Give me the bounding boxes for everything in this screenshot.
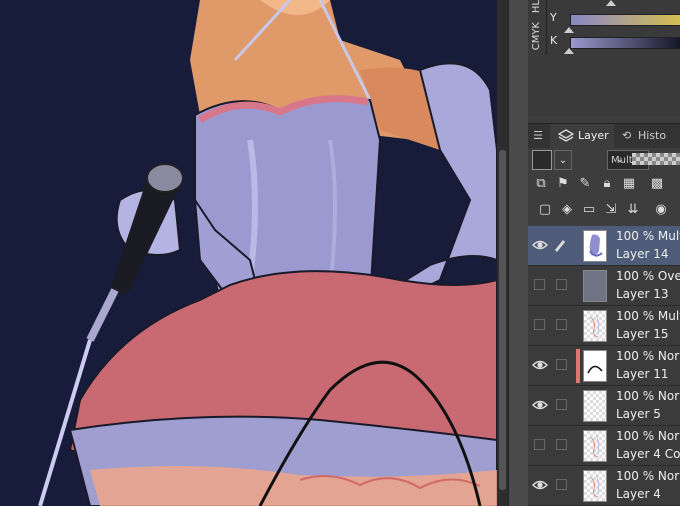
lock-layer-icon[interactable]: 🔒︎ <box>598 175 616 193</box>
layer-mask-icon[interactable]: ◉ <box>652 201 670 219</box>
lock-toggle[interactable] <box>556 319 567 330</box>
chevron-down-icon: ⌄ <box>615 154 625 165</box>
panel-tabs: ☰ Layer ⟲ Histo <box>528 123 680 148</box>
layer-blend-mode: 100 % Multip <box>616 309 680 323</box>
layer-blend-mode: 100 % Norm <box>616 469 680 483</box>
layer-thumbnail <box>583 470 607 502</box>
layer-row[interactable]: 100 % Multip Layer 15 <box>528 306 680 346</box>
scrollbar-thumb[interactable] <box>499 150 506 490</box>
y-slider-label: Y <box>550 11 557 24</box>
layer-color-box[interactable] <box>532 150 552 170</box>
pen-icon <box>552 237 568 257</box>
layer-thumbnail <box>583 230 607 262</box>
layer-row[interactable]: 100 % Norm Layer 4 <box>528 466 680 506</box>
chevron-down-icon: ⌄ <box>558 155 568 166</box>
lock-toggle[interactable] <box>556 359 567 370</box>
clip-layer-icon[interactable]: ⧉ <box>532 175 550 193</box>
layer-name[interactable]: Layer 14 <box>616 247 669 261</box>
tab-layer[interactable]: Layer <box>550 124 614 148</box>
panel-menu-icon[interactable]: ☰ <box>528 124 548 148</box>
transfer-down-icon[interactable]: ⇲ <box>602 201 620 219</box>
layer-color-dropdown[interactable]: ⌄ <box>554 150 572 170</box>
layer-name[interactable]: Layer 4 Cop <box>616 447 680 461</box>
layers-icon <box>557 124 575 153</box>
layer-thumbnail <box>583 390 607 422</box>
lock-toggle[interactable] <box>556 399 567 410</box>
new-vector-layer-icon[interactable]: ◈ <box>558 201 576 219</box>
blend-mode-dropdown[interactable]: ⌄ <box>612 150 628 170</box>
slider-handle[interactable] <box>606 0 616 6</box>
layer-row[interactable]: 100 % Norm Layer 5 <box>528 386 680 426</box>
layer-blend-mode: 100 % Norm <box>616 389 680 403</box>
layer-list: 100 % Multip Layer 14 100 % Over Layer 1… <box>528 226 680 506</box>
cmyk-tab[interactable]: CMYK <box>531 22 542 50</box>
layer-blend-mode: 100 % Over <box>616 269 680 283</box>
eye-icon[interactable] <box>532 477 548 493</box>
reference-layer-icon[interactable]: ⚑ <box>554 175 572 193</box>
layer-row[interactable]: 100 % Over Layer 13 <box>528 266 680 306</box>
panel-divider[interactable] <box>508 0 529 506</box>
layer-name[interactable]: Layer 15 <box>616 327 669 341</box>
eye-icon[interactable] <box>532 397 548 413</box>
tab-layer-label: Layer <box>578 129 609 142</box>
side-panel: HL CMYK Y K ☰ Layer ⟲ Histo ⌄ Multip ⌄ ⧉… <box>528 0 680 506</box>
k-slider-bar[interactable] <box>570 37 680 49</box>
tab-history[interactable]: ⟲ Histo <box>616 124 680 148</box>
visibility-toggle[interactable] <box>534 319 545 330</box>
layer-thumbnail <box>583 270 607 302</box>
layer-row[interactable]: 100 % Norm Layer 4 Cop <box>528 426 680 466</box>
lock-toggle[interactable] <box>556 479 567 490</box>
lock-toggle[interactable] <box>556 439 567 450</box>
visibility-toggle[interactable] <box>534 439 545 450</box>
layer-color-marker <box>576 349 580 383</box>
eye-icon[interactable] <box>532 357 548 373</box>
history-icon: ⟲ <box>622 129 632 142</box>
hls-tab[interactable]: HL <box>531 0 542 13</box>
layer-name[interactable]: Layer 5 <box>616 407 661 421</box>
tab-history-label: Histo <box>638 129 667 142</box>
y-slider-bar[interactable] <box>570 14 680 26</box>
layer-thumbnail <box>583 310 607 342</box>
lock-toggle[interactable] <box>556 279 567 290</box>
layer-blend-mode: 100 % Norm <box>616 429 680 443</box>
layer-row[interactable]: 100 % Norm Layer 11 <box>528 346 680 386</box>
color-slider-panel: HL CMYK Y K <box>528 0 680 116</box>
new-raster-layer-icon[interactable]: ▢ <box>536 201 554 219</box>
y-slider-handle[interactable] <box>564 27 574 33</box>
canvas-vertical-scrollbar[interactable] <box>497 0 508 506</box>
layer-row[interactable]: 100 % Multip Layer 14 <box>528 226 680 266</box>
new-folder-icon[interactable]: ▭ <box>580 201 598 219</box>
layer-blend-mode: 100 % Norm <box>616 349 680 363</box>
draft-layer-icon[interactable]: ✎ <box>576 175 594 193</box>
visibility-toggle[interactable] <box>534 279 545 290</box>
layer-thumbnail <box>583 430 607 462</box>
merge-down-icon[interactable]: ⇊ <box>624 201 642 219</box>
layer-name[interactable]: Layer 4 <box>616 487 661 501</box>
layer-blend-mode: 100 % Multip <box>616 229 680 243</box>
layer-name[interactable]: Layer 11 <box>616 367 669 381</box>
layer-thumbnail <box>583 350 607 382</box>
artwork-illustration <box>38 0 497 506</box>
lock-transparent-icon[interactable]: ▦ <box>620 175 638 193</box>
opacity-slider[interactable] <box>632 153 680 165</box>
eye-icon[interactable] <box>532 237 548 253</box>
k-slider-handle[interactable] <box>564 48 574 54</box>
layer-name[interactable]: Layer 13 <box>616 287 669 301</box>
k-slider-label: K <box>550 34 558 47</box>
drawing-canvas[interactable] <box>0 0 497 506</box>
mask-layer-icon[interactable]: ▩ <box>648 175 666 193</box>
